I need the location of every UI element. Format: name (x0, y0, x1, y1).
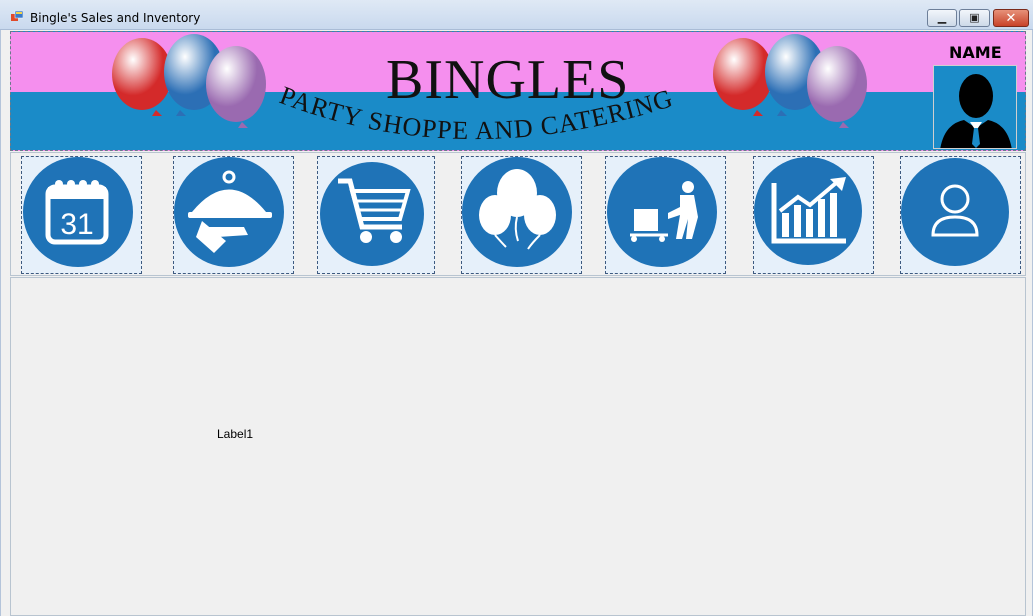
user-silhouette-icon (940, 74, 1012, 148)
calendar-day: 31 (60, 208, 93, 241)
navigation-strip: 31 (10, 152, 1026, 276)
calendar-icon: 31 (23, 157, 133, 267)
catering-serving-icon (174, 157, 284, 267)
label1: Label1 (217, 427, 254, 441)
close-icon: ✕ (1005, 10, 1017, 25)
balloons-icon (462, 157, 572, 267)
user-account-button[interactable] (900, 156, 1021, 274)
header-banner: BINGLES PARTY SHOPPE AND CATERING NAME (10, 31, 1026, 151)
main-content-panel: Label1 (10, 277, 1026, 616)
right-balloons-icon (713, 34, 867, 128)
title-bar: Bingle's Sales and Inventory ▁ ▣ ✕ (0, 0, 1033, 30)
party-supplies-button[interactable] (461, 156, 582, 274)
calendar-button[interactable]: 31 (21, 156, 142, 274)
shopping-cart-icon (320, 162, 424, 266)
svg-text:PARTY SHOPPE AND CATERING: PARTY SHOPPE AND CATERING (276, 84, 677, 145)
close-button[interactable]: ✕ (993, 9, 1029, 27)
shopping-cart-button[interactable] (317, 156, 435, 274)
avatar[interactable] (933, 65, 1017, 149)
delivery-trolley-icon (607, 157, 717, 267)
user-account-icon (901, 158, 1009, 266)
delivery-button[interactable] (605, 156, 726, 274)
brand-tagline-wrapper: PARTY SHOPPE AND CATERING (276, 84, 677, 145)
app-icon (11, 11, 23, 21)
brand-tagline: PARTY SHOPPE AND CATERING (276, 84, 676, 145)
sales-chart-icon (754, 157, 862, 265)
sales-report-button[interactable] (753, 156, 874, 274)
form-client-area: BINGLES PARTY SHOPPE AND CATERING NAME 3… (0, 30, 1033, 616)
maximize-icon: ▣ (969, 12, 980, 24)
left-balloons-icon (112, 34, 266, 128)
minimize-icon: ▁ (937, 12, 947, 24)
user-name-label: NAME (949, 43, 1002, 62)
window-title: Bingle's Sales and Inventory (30, 11, 201, 25)
catering-button[interactable] (173, 156, 294, 274)
minimize-button[interactable]: ▁ (927, 9, 957, 27)
maximize-button[interactable]: ▣ (959, 9, 990, 27)
